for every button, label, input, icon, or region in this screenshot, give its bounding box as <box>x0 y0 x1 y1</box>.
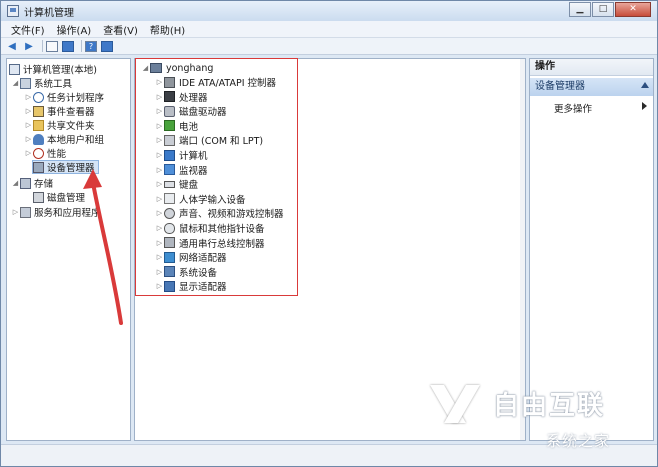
computer-management-window: 计算机管理 ▁ □ ✕ 文件(F) 操作(A) 查看(V) 帮助(H) ◀ ▶ … <box>0 0 658 467</box>
brand-logo-icon <box>431 383 487 423</box>
brand-watermark-text: 自由互联 <box>493 390 606 421</box>
brand-watermark: 自由互联 <box>431 383 605 423</box>
small-watermark-text: 系统之家 <box>546 432 611 450</box>
